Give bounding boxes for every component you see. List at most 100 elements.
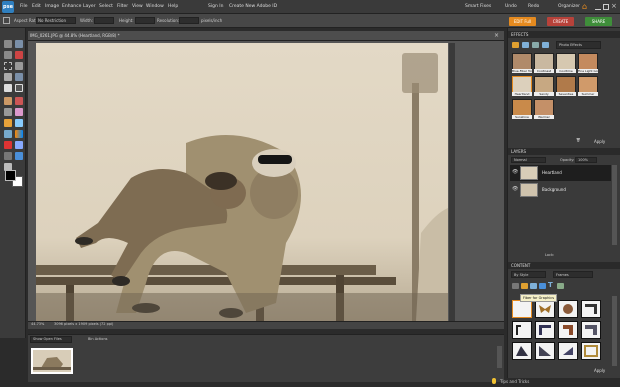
effect-thumb[interactable] <box>578 76 598 93</box>
menu-image[interactable]: Image <box>45 4 59 9</box>
sponge-tool-icon[interactable] <box>4 152 12 160</box>
content-item-selected[interactable] <box>512 300 532 318</box>
menu-file[interactable]: File <box>20 4 28 9</box>
effect-thumb[interactable] <box>512 53 532 70</box>
type-tool-icon[interactable] <box>4 84 12 92</box>
content-type-select[interactable]: Frames <box>553 271 593 278</box>
shapes-icon[interactable] <box>539 283 546 289</box>
content-item[interactable] <box>558 321 578 339</box>
content-item[interactable] <box>535 342 555 360</box>
visibility-eye-icon[interactable]: 👁 <box>512 187 518 192</box>
menu-filter[interactable]: Filter <box>117 4 128 9</box>
content-scrollbar[interactable] <box>612 296 617 366</box>
filters-icon[interactable] <box>512 42 519 48</box>
effect-thumb[interactable] <box>534 99 554 116</box>
content-item[interactable] <box>558 342 578 360</box>
effects-delete-icon[interactable]: 🗑 <box>576 138 580 142</box>
content-item[interactable] <box>581 342 601 360</box>
graphics-icon[interactable] <box>530 283 537 289</box>
healing-brush-tool-icon[interactable] <box>15 97 23 105</box>
menu-select[interactable]: Select <box>99 4 113 9</box>
crop-tool-icon[interactable] <box>3 17 10 24</box>
effects-category-select[interactable]: Photo Effects <box>556 41 601 49</box>
menu-view[interactable]: View <box>132 4 143 9</box>
content-item[interactable] <box>581 300 601 318</box>
photo-effects-icon[interactable] <box>532 42 539 48</box>
shape-tool-icon[interactable] <box>4 141 12 149</box>
eyedropper-tool-icon[interactable] <box>15 51 23 59</box>
home-icon[interactable]: ⌂ <box>582 3 590 11</box>
effect-thumb[interactable] <box>556 76 576 93</box>
eraser-tool-icon[interactable] <box>15 108 23 116</box>
height-input[interactable] <box>135 17 155 24</box>
zoom-tool-icon[interactable] <box>15 40 23 48</box>
undo-button[interactable]: Undo <box>505 4 517 9</box>
smart-fixes-button[interactable]: Smart Fixes <box>465 4 491 9</box>
menu-window[interactable]: Window <box>146 4 164 9</box>
content-filter-select[interactable]: By Style <box>511 271 546 278</box>
brush-tool-icon[interactable] <box>4 119 12 127</box>
opacity-input[interactable]: 100% <box>575 157 597 163</box>
organizer-button[interactable]: Organizer <box>558 4 580 9</box>
create-mode-tab[interactable]: CREATE <box>547 17 574 26</box>
cookie-cutter-tool-icon[interactable] <box>15 152 23 160</box>
lasso-tool-icon[interactable] <box>15 62 23 70</box>
content-item[interactable] <box>535 300 555 318</box>
hand-tool-icon[interactable] <box>4 51 12 59</box>
frames-icon[interactable] <box>521 283 528 289</box>
clone-stamp-tool-icon[interactable] <box>4 108 12 116</box>
edit-mode-tab[interactable]: EDIT Full <box>509 17 536 26</box>
effect-thumb-selected[interactable] <box>512 76 532 93</box>
maximize-icon[interactable] <box>603 4 609 10</box>
tips-and-tricks-link[interactable]: Tips and Tricks <box>500 379 529 384</box>
crop-tool-selected-icon[interactable] <box>15 84 23 92</box>
content-panel-header[interactable]: CONTENT <box>508 262 620 269</box>
vertical-scrollbar[interactable] <box>449 43 455 321</box>
foreground-color-front[interactable] <box>5 170 16 181</box>
effect-thumb[interactable] <box>578 53 598 70</box>
menu-edit[interactable]: Edit <box>32 4 41 9</box>
impressionist-brush-icon[interactable] <box>15 119 23 127</box>
magic-wand-tool-icon[interactable] <box>4 73 12 81</box>
resolution-input[interactable] <box>179 17 199 24</box>
effects-apply-button[interactable]: Apply <box>594 139 605 144</box>
effect-thumb[interactable] <box>556 53 576 70</box>
themes-icon[interactable] <box>557 283 564 289</box>
gradient-tool-icon[interactable] <box>15 130 23 138</box>
document-close-icon[interactable]: × <box>494 32 499 39</box>
selection-brush-tool-icon[interactable] <box>15 73 23 81</box>
content-item[interactable] <box>512 342 532 360</box>
close-icon[interactable]: × <box>611 2 617 10</box>
red-eye-tool-icon[interactable] <box>4 97 12 105</box>
open-file-thumbnail[interactable] <box>31 348 73 374</box>
width-input[interactable] <box>94 17 114 24</box>
effect-thumb[interactable] <box>534 53 554 70</box>
all-effects-icon[interactable] <box>542 42 549 48</box>
menu-enhance[interactable]: Enhance <box>62 4 81 9</box>
layers-panel-header[interactable]: LAYERS <box>508 148 620 155</box>
content-apply-button[interactable]: Apply <box>594 368 605 373</box>
visibility-eye-icon[interactable]: 👁 <box>512 170 518 175</box>
effect-thumb[interactable] <box>512 99 532 116</box>
sign-in-link[interactable]: Sign In <box>208 4 223 9</box>
layer-styles-icon[interactable] <box>522 42 529 48</box>
effect-thumb[interactable] <box>534 76 554 93</box>
blend-mode-select[interactable]: Normal <box>511 157 546 163</box>
bin-scrollbar[interactable] <box>497 346 502 368</box>
effects-panel-header[interactable]: EFFECTS <box>508 31 620 38</box>
units-select[interactable]: pixels/inch <box>201 18 222 23</box>
layers-scrollbar[interactable] <box>612 165 617 245</box>
content-item[interactable] <box>558 300 578 318</box>
content-item[interactable] <box>535 321 555 339</box>
photo-canvas[interactable] <box>36 43 448 321</box>
move-tool-icon[interactable] <box>4 40 12 48</box>
content-item[interactable] <box>581 321 601 339</box>
menu-help[interactable]: Help <box>168 4 178 9</box>
bin-actions-menu[interactable]: Bin Actions <box>88 337 108 341</box>
minimize-icon[interactable] <box>595 4 601 10</box>
content-item[interactable] <box>512 321 532 339</box>
backgrounds-icon[interactable] <box>512 283 519 289</box>
paint-bucket-tool-icon[interactable] <box>4 130 12 138</box>
text-icon[interactable]: T <box>548 282 555 289</box>
redo-button[interactable]: Redo <box>528 4 539 9</box>
